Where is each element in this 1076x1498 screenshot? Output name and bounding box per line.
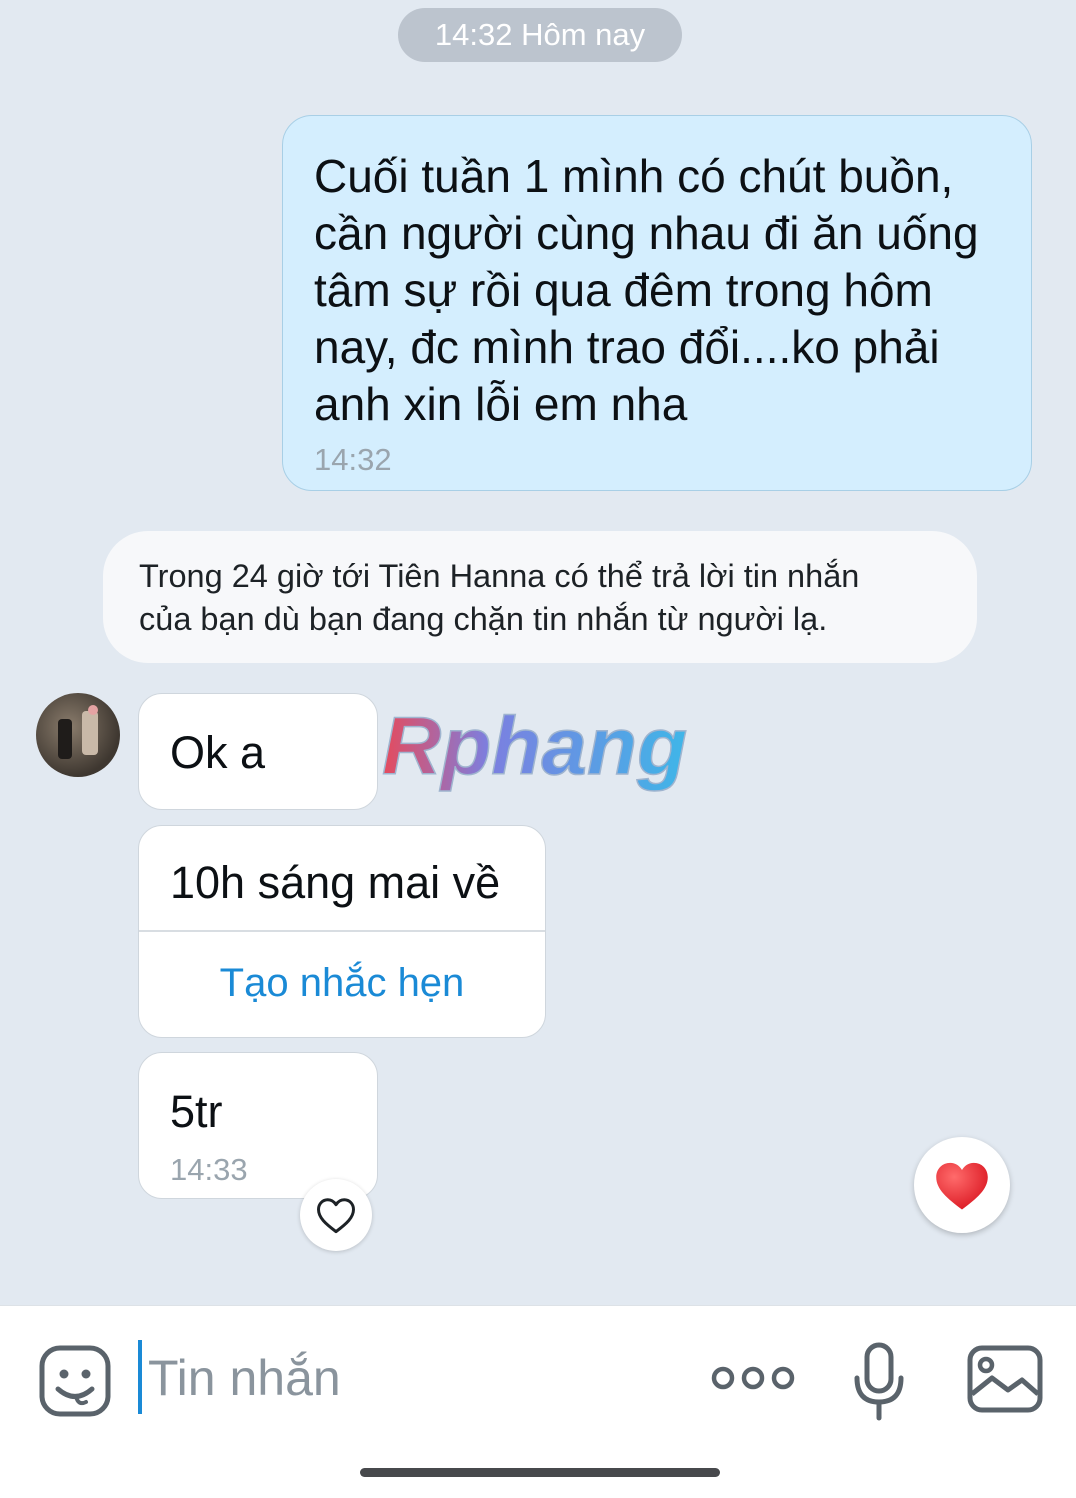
incoming-message-bubble[interactable]: 5tr 14:33 xyxy=(138,1052,378,1199)
message-text: 5tr xyxy=(170,1086,223,1137)
svg-text:Rphang: Rphang xyxy=(382,701,687,792)
divider xyxy=(139,930,545,932)
incoming-message-bubble[interactable]: 10h sáng mai về Tạo nhắc hẹn xyxy=(138,825,546,1038)
heart-outline-icon xyxy=(317,1198,355,1234)
quick-heart-button[interactable] xyxy=(914,1137,1010,1233)
message-time: 14:32 xyxy=(314,442,392,477)
message-composer xyxy=(0,1305,1076,1498)
heart-filled-icon xyxy=(936,1162,988,1210)
message-time: 14:33 xyxy=(170,1152,248,1187)
text-cursor xyxy=(138,1340,142,1414)
message-text: 10h sáng mai về xyxy=(170,857,501,908)
react-heart-button[interactable] xyxy=(300,1179,372,1251)
home-indicator xyxy=(360,1468,720,1477)
incoming-message-bubble[interactable]: Ok a xyxy=(138,693,378,810)
microphone-icon[interactable] xyxy=(852,1342,906,1422)
create-reminder-button[interactable]: Tạo nhắc hẹn xyxy=(139,961,545,1006)
stranger-reply-notice: Trong 24 giờ tới Tiên Hanna có thể trả l… xyxy=(103,531,977,663)
outgoing-message-bubble[interactable]: Cuối tuần 1 mình có chút buồn, cần người… xyxy=(282,115,1032,491)
date-separator: 14:32 Hôm nay xyxy=(398,8,682,62)
message-text: Cuối tuần 1 mình có chút buồn, cần người… xyxy=(314,150,979,430)
message-input[interactable] xyxy=(146,1336,670,1420)
more-icon[interactable] xyxy=(710,1362,796,1394)
watermark-logo: Rphang xyxy=(381,700,688,793)
message-text: Ok a xyxy=(170,727,266,778)
image-icon[interactable] xyxy=(966,1344,1044,1414)
avatar[interactable] xyxy=(36,693,120,777)
emoji-icon[interactable] xyxy=(38,1344,112,1418)
